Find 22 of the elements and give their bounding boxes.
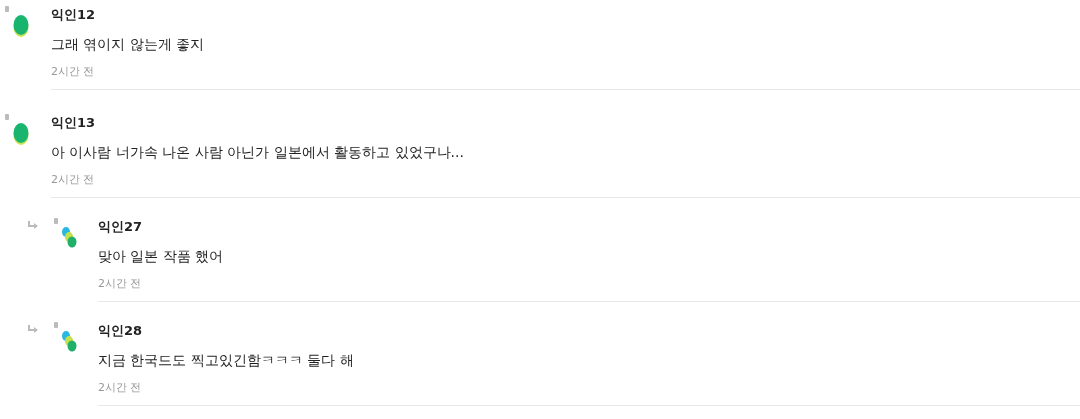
avatar-icon <box>12 122 30 146</box>
marker-icon <box>5 114 9 120</box>
author-name: 익인28 <box>98 322 143 340</box>
avatar-icon <box>61 330 77 352</box>
avatar-icon <box>61 226 77 248</box>
comment-time: 2시간 전 <box>51 64 95 80</box>
comment-text: 그래 엮이지 않는게 좋지 <box>51 35 205 54</box>
comment-time: 2시간 전 <box>98 380 142 396</box>
author-name: 익인27 <box>98 218 143 236</box>
reply-arrow-icon <box>27 325 38 334</box>
author-name: 익인13 <box>51 114 96 132</box>
marker-icon <box>5 6 9 12</box>
comment-text: 지금 한국드도 찍고있긴함ㅋㅋㅋ 둘다 해 <box>98 351 354 370</box>
author-name: 익인12 <box>51 6 96 24</box>
comment-time: 2시간 전 <box>98 276 142 292</box>
comment-text: 아 이사람 너가속 나온 사람 아닌가 일본에서 활동하고 있었구나... <box>51 143 464 162</box>
comment-time: 2시간 전 <box>51 172 95 188</box>
comment-text: 맞아 일본 작품 했어 <box>98 247 224 266</box>
marker-icon <box>54 218 58 224</box>
reply-arrow-icon <box>27 221 38 230</box>
avatar-icon <box>12 14 30 38</box>
marker-icon <box>54 322 58 328</box>
